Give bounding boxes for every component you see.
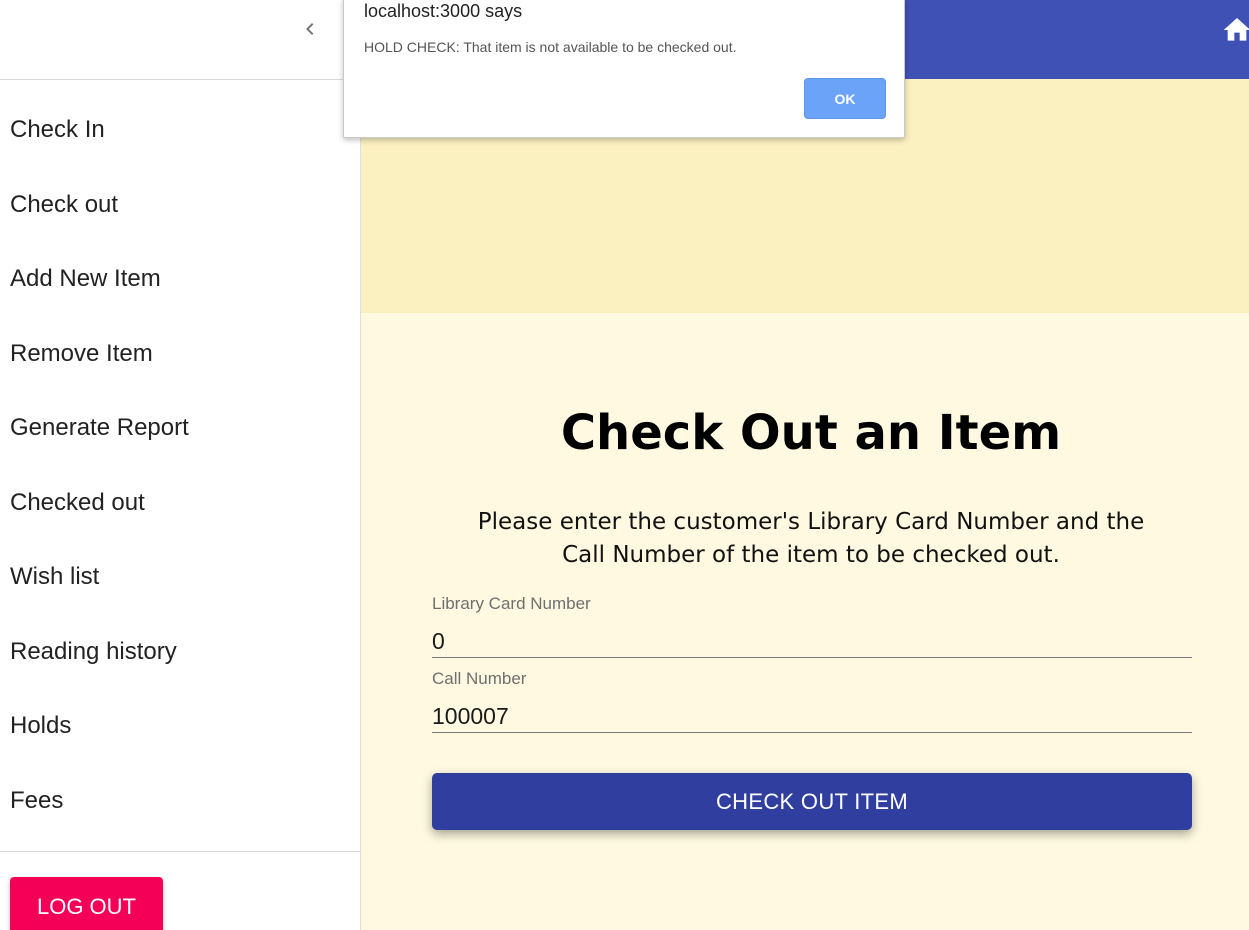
- call-number-label: Call Number: [432, 669, 527, 688]
- checkout-form-area: Check Out an Item Please enter the custo…: [361, 313, 1249, 930]
- nav-item-check-in[interactable]: Check In: [0, 93, 360, 168]
- library-card-input[interactable]: [432, 628, 1192, 655]
- nav-item-checked-out[interactable]: Checked out: [0, 466, 360, 541]
- chevron-left-icon[interactable]: [298, 17, 322, 41]
- nav-item-wish-list[interactable]: Wish list: [0, 540, 360, 615]
- nav-item-add-new-item[interactable]: Add New Item: [0, 242, 360, 317]
- nav-list: Check In Check out Add New Item Remove I…: [0, 93, 360, 838]
- nav-item-holds[interactable]: Holds: [0, 689, 360, 764]
- call-number-field: Call Number: [432, 669, 1192, 733]
- check-out-item-button[interactable]: CHECK OUT ITEM: [432, 773, 1192, 830]
- home-icon[interactable]: [1221, 14, 1249, 46]
- drawer-divider: [0, 851, 360, 852]
- dialog-title: localhost:3000 says: [364, 1, 523, 21]
- call-number-input[interactable]: [432, 703, 1192, 730]
- nav-item-remove-item[interactable]: Remove Item: [0, 317, 360, 392]
- alert-dialog: localhost:3000 says HOLD CHECK: That ite…: [343, 0, 905, 138]
- instructions-text: Please enter the customer's Library Card…: [477, 509, 1145, 568]
- dialog-message: HOLD CHECK: That item is not available t…: [364, 39, 737, 55]
- nav-item-check-out[interactable]: Check out: [0, 168, 360, 243]
- nav-item-fees[interactable]: Fees: [0, 764, 360, 839]
- library-card-field: Library Card Number: [432, 594, 1192, 658]
- nav-item-generate-report[interactable]: Generate Report: [0, 391, 360, 466]
- navigation-drawer: Check In Check out Add New Item Remove I…: [0, 0, 361, 930]
- library-card-label: Library Card Number: [432, 594, 591, 613]
- page-title: Check Out an Item: [560, 405, 1062, 461]
- log-out-button[interactable]: LOG OUT: [10, 877, 163, 930]
- ok-button[interactable]: OK: [804, 78, 886, 119]
- drawer-header: [0, 0, 360, 80]
- nav-item-reading-history[interactable]: Reading history: [0, 615, 360, 690]
